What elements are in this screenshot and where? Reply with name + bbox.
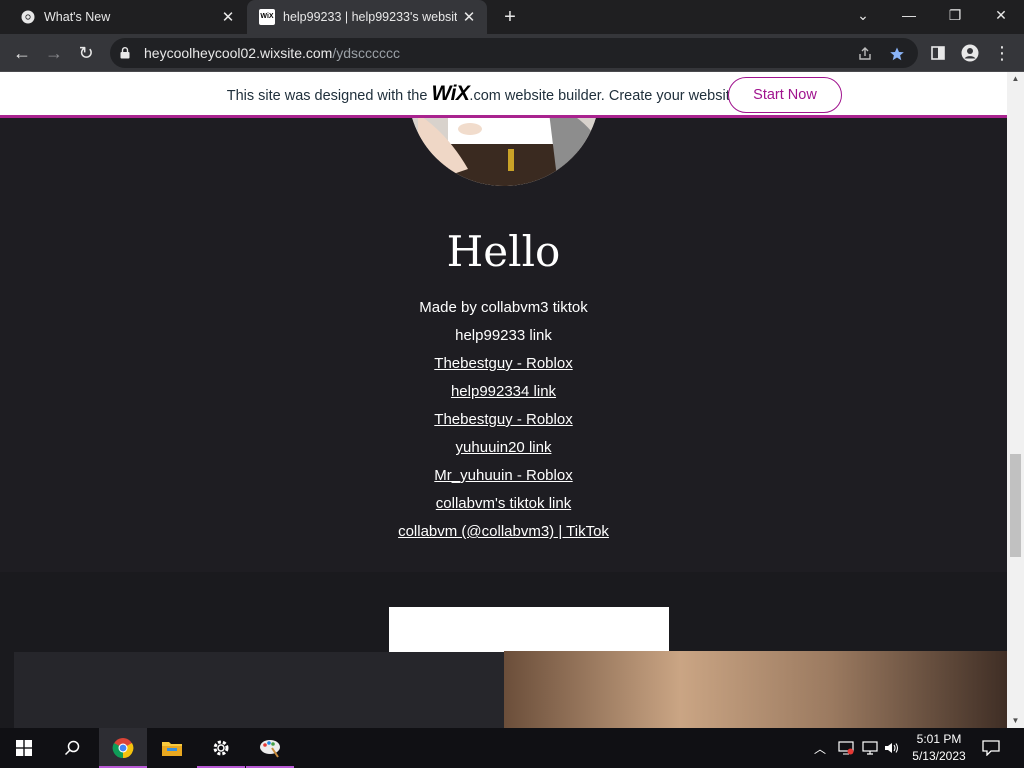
start-button-windows-icon[interactable] [0, 728, 48, 768]
yuhuuin-link[interactable]: yuhuuin20 link [0, 436, 1007, 464]
back-icon[interactable]: ← [8, 39, 36, 67]
roblox-link[interactable]: Mr_yuhuuin - Roblox [0, 464, 1007, 492]
scrollbar-thumb[interactable] [1010, 454, 1021, 557]
text-line: help99233 link [455, 327, 552, 344]
page-viewport: This site was designed with the WiX.com … [0, 72, 1007, 728]
side-panel-icon[interactable] [924, 39, 952, 67]
tab-title: help99233 | help99233's website [283, 10, 457, 24]
roblox-link[interactable]: Thebestguy - Roblox [0, 408, 1007, 436]
roblox-link[interactable]: Thebestguy - Roblox [0, 352, 1007, 380]
hands-photo [504, 651, 1007, 728]
clock-date: 5/13/2023 [912, 749, 966, 763]
tab-strip: What's New ✕ WiX help99233 | help99233's… [0, 0, 1024, 34]
restore-icon[interactable]: ❐ [932, 0, 978, 30]
tab-whats-new[interactable]: What's New ✕ [8, 0, 246, 34]
dark-panel [14, 652, 504, 728]
lock-icon [120, 47, 134, 59]
chrome-icon [20, 9, 36, 25]
windows-taskbar: ︿ 5:01 PM 5/13/2023 [0, 728, 1024, 768]
system-clock[interactable]: 5:01 PM 5/13/2023 [912, 731, 966, 765]
wix-ad-banner: This site was designed with the WiX.com … [0, 72, 1007, 118]
link-list: Made by collabvm3 tiktok help99233 link … [0, 296, 1007, 548]
page-heading: Hello [446, 227, 561, 276]
search-icon[interactable] [48, 728, 96, 768]
page-scrollbar[interactable]: ▲ ▼ [1007, 72, 1024, 728]
scroll-down-icon[interactable]: ▼ [1007, 714, 1024, 728]
notifications-icon[interactable] [982, 728, 1000, 768]
close-tab-icon[interactable]: ✕ [216, 8, 240, 26]
url-host: heycoolheycool02.wixsite.com [144, 45, 333, 61]
url-text: heycoolheycool02.wixsite.com/ydscccccc [144, 45, 400, 61]
tiktok-link[interactable]: collabvm (@collabvm3) | TikTok [0, 520, 1007, 548]
volume-icon[interactable] [884, 728, 900, 768]
banner-text: This site was designed with the WiX.com … [227, 82, 781, 106]
start-now-button[interactable]: Start Now [728, 77, 842, 113]
url-path: /ydscccccc [332, 45, 401, 61]
chrome-taskbar-icon[interactable] [99, 728, 147, 768]
file-explorer-icon[interactable] [148, 728, 196, 768]
paint-icon[interactable] [246, 728, 294, 768]
browser-toolbar: ← → ↻ heycoolheycool02.wixsite.com/ydscc… [0, 34, 1024, 72]
minimize-icon[interactable]: — [886, 0, 932, 30]
address-bar[interactable]: heycoolheycool02.wixsite.com/ydscccccc [110, 38, 918, 68]
banner-text-before: This site was designed with the [226, 87, 432, 104]
scroll-up-icon[interactable]: ▲ [1007, 72, 1024, 86]
wix-logo: WiX [431, 81, 470, 105]
text-line: Made by collabvm3 tiktok [419, 299, 588, 316]
monitor-icon[interactable] [862, 728, 878, 768]
close-tab-icon[interactable]: ✕ [457, 8, 481, 26]
show-hidden-icons-chevron-icon[interactable]: ︿ [814, 728, 826, 768]
new-tab-icon[interactable]: + [497, 4, 523, 30]
settings-gear-icon[interactable] [197, 728, 245, 768]
wix-icon: WiX [259, 9, 275, 25]
bookmark-star-icon[interactable] [888, 45, 906, 63]
help-link[interactable]: help992334 link [0, 380, 1007, 408]
forward-icon[interactable]: → [40, 39, 68, 67]
close-window-icon[interactable]: ✕ [978, 0, 1024, 30]
menu-kebab-icon[interactable]: ⋮ [988, 39, 1016, 67]
share-icon[interactable] [856, 45, 874, 63]
tab-title: What's New [44, 10, 111, 24]
tab-help99233[interactable]: WiX help99233 | help99233's website ✕ [247, 0, 487, 34]
tiktok-link[interactable]: collabvm's tiktok link [0, 492, 1007, 520]
network-warning-icon[interactable] [838, 728, 854, 768]
clock-time: 5:01 PM [916, 732, 962, 746]
reload-icon[interactable]: ↻ [72, 39, 100, 67]
profile-icon[interactable] [956, 39, 984, 67]
tab-search-chevron-icon[interactable]: ⌄ [840, 0, 886, 30]
